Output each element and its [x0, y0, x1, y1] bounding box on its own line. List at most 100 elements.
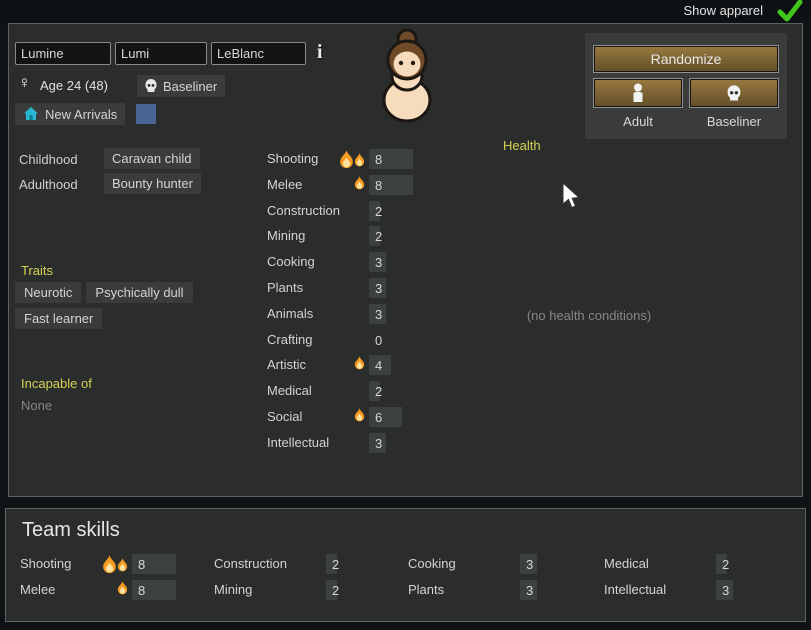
skill-value: 2 — [375, 384, 383, 400]
skill-row[interactable]: Melee 8 — [20, 577, 210, 603]
skill-row[interactable]: Shooting 8 — [267, 148, 497, 170]
skill-row[interactable]: Construction 2 — [267, 200, 497, 222]
team-skills-column: Cooking 3 Plants 3 — [408, 551, 598, 603]
skill-value: 0 — [375, 332, 383, 348]
skill-row[interactable]: Crafting 0 — [267, 329, 497, 351]
team-skills-column: Medical 2 Intellectual 3 — [604, 551, 794, 603]
trait-chip[interactable]: Fast learner — [15, 308, 103, 329]
health-header: Health — [503, 138, 541, 153]
skill-row[interactable]: Medical 2 — [267, 380, 497, 402]
skill-name: Plants — [408, 582, 445, 597]
skill-bar: 2 — [369, 226, 481, 247]
traits-header: Traits — [21, 263, 54, 278]
skill-row[interactable]: Plants 3 — [267, 277, 497, 299]
team-skills-panel: Team skills Shooting 8 Melee 8 Construction 2… — [5, 508, 806, 622]
skill-row[interactable]: Plants 3 — [408, 577, 598, 603]
trait-chip[interactable]: Neurotic — [15, 282, 82, 303]
adulthood-value: Bounty hunter — [112, 176, 193, 191]
team-skills-title: Team skills — [22, 519, 120, 541]
skill-name: Intellectual — [267, 434, 330, 450]
info-icon[interactable]: i — [317, 41, 323, 64]
adulthood-label: Adulthood — [19, 177, 78, 192]
skill-name: Shooting — [20, 556, 72, 571]
character-panel: i ♀ Age 24 (48) Baseliner — [8, 23, 803, 497]
mouse-cursor — [561, 182, 583, 210]
skill-bar: 3 — [369, 278, 481, 298]
skill-row[interactable]: Cooking 3 — [267, 251, 497, 273]
skill-bar: 2 — [369, 381, 481, 402]
childhood-label: Childhood — [19, 152, 78, 167]
skill-name: Social — [267, 409, 303, 424]
last-name-input[interactable] — [211, 42, 306, 65]
skill-name: Cooking — [408, 556, 456, 571]
adult-button[interactable] — [594, 79, 682, 107]
childhood-button[interactable]: Caravan child — [104, 148, 200, 169]
favorite-color-swatch[interactable] — [136, 104, 156, 124]
skill-row[interactable]: Mining 2 — [267, 225, 497, 247]
randomize-button[interactable]: Randomize — [594, 46, 778, 72]
adult-caption: Adult — [623, 114, 653, 129]
skill-name: Plants — [267, 280, 304, 295]
skill-bar: 3 — [716, 580, 811, 600]
skill-row[interactable]: Mining 2 — [214, 577, 404, 603]
skill-row[interactable]: Cooking 3 — [408, 551, 598, 577]
skill-name: Shooting — [267, 151, 319, 166]
skill-row[interactable]: Intellectual 3 — [267, 432, 497, 454]
skill-value: 8 — [375, 177, 383, 193]
skill-row[interactable]: Artistic 4 — [267, 354, 497, 376]
age-label[interactable]: Age 24 (48) — [40, 78, 108, 93]
team-skills-column: Shooting 8 Melee 8 — [20, 551, 210, 603]
skill-row[interactable]: Intellectual 3 — [604, 577, 794, 603]
person-icon — [631, 83, 645, 103]
skill-value: 2 — [375, 203, 383, 219]
skill-name: Medical — [604, 556, 649, 571]
skill-row[interactable]: Shooting 8 — [20, 551, 210, 577]
pawn-portrait[interactable] — [361, 26, 453, 126]
skill-name: Construction — [267, 202, 340, 218]
skill-value: 3 — [722, 583, 730, 598]
skill-value: 6 — [375, 410, 383, 425]
skill-value: 3 — [375, 435, 383, 451]
skill-bar: 0 — [369, 330, 481, 350]
xenotype-randomize-button[interactable] — [690, 79, 778, 107]
xenotype-skull-icon — [145, 79, 157, 93]
xenotype-button[interactable]: Baseliner — [137, 75, 226, 97]
burning-passion-icon — [333, 150, 365, 169]
skill-name: Animals — [267, 305, 314, 321]
team-skills-column: Construction 2 Mining 2 — [214, 551, 404, 603]
skill-row[interactable]: Melee 8 — [267, 174, 497, 196]
randomize-panel: Randomize Adult Baseliner — [585, 33, 787, 139]
minor-passion-icon — [333, 408, 365, 422]
traits-list: Neurotic Psychically dull Fast learner — [15, 282, 245, 329]
skill-value: 2 — [332, 557, 340, 572]
trait-chip[interactable]: Psychically dull — [86, 282, 193, 303]
skill-row[interactable]: Construction 2 — [214, 551, 404, 577]
show-apparel-label[interactable]: Show apparel — [684, 3, 764, 18]
show-apparel-checkbox-icon[interactable] — [777, 0, 803, 22]
skill-bar: 6 — [369, 407, 481, 427]
adulthood-button[interactable]: Bounty hunter — [104, 173, 201, 194]
top-bar: Show apparel — [0, 0, 811, 22]
skill-row[interactable]: Medical 2 — [604, 551, 794, 577]
skill-value: 2 — [722, 557, 730, 572]
skill-value: 3 — [375, 306, 383, 322]
childhood-value: Caravan child — [112, 151, 192, 166]
minor-passion-icon — [96, 581, 128, 595]
skull-icon — [727, 84, 741, 102]
nickname-input[interactable] — [115, 42, 207, 65]
skill-bar: 4 — [369, 355, 481, 376]
home-icon — [23, 106, 39, 122]
skill-bar: 2 — [369, 200, 481, 221]
gender-icon: ♀ — [18, 73, 31, 92]
first-name-input[interactable] — [15, 42, 111, 65]
faction-button[interactable]: New Arrivals — [15, 103, 126, 125]
skill-value: 8 — [138, 583, 146, 598]
incapable-value: None — [21, 398, 53, 413]
skill-name: Melee — [20, 582, 56, 597]
skill-row[interactable]: Social 6 — [267, 406, 497, 428]
faction-label: New Arrivals — [45, 106, 118, 122]
skill-bar: 3 — [369, 432, 481, 453]
skill-name: Artistic — [267, 357, 306, 373]
skill-value: 2 — [375, 229, 383, 245]
skill-value: 3 — [375, 255, 383, 271]
